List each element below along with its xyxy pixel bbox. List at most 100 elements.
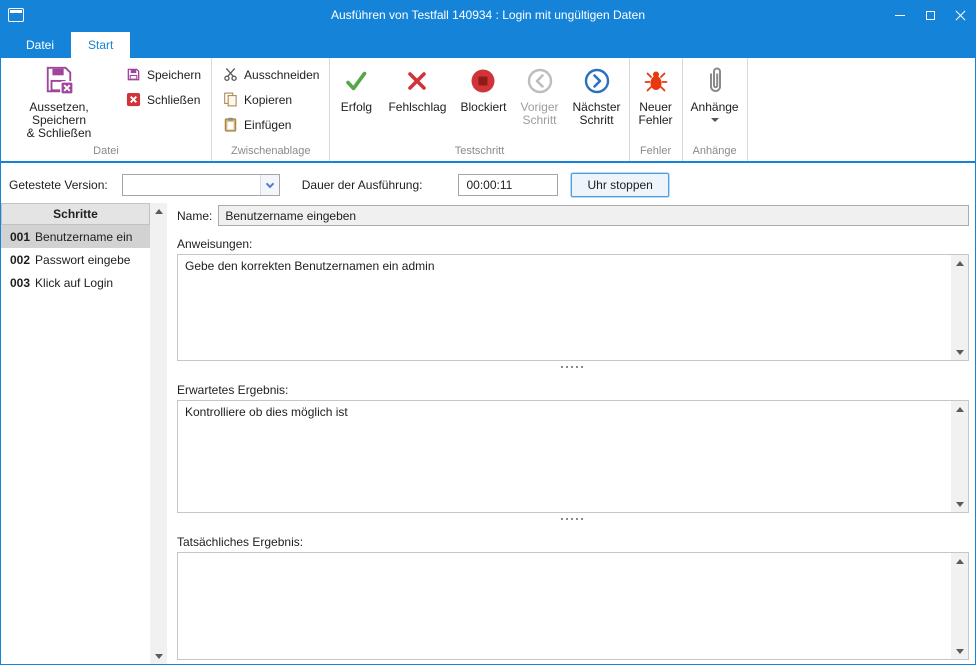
save-icon (125, 67, 141, 83)
arrow-down-icon (956, 649, 964, 654)
step-label: Passwort eingebe (35, 253, 130, 267)
button-label: Aussetzen, Speichern (2, 101, 116, 127)
step-label: Klick auf Login (35, 276, 113, 290)
scrollbar-track[interactable] (951, 569, 968, 643)
close-icon (955, 10, 966, 21)
scrollbar-track[interactable] (150, 219, 167, 648)
version-combobox[interactable] (122, 174, 280, 196)
app-window: Ausführen von Testfall 140934 : Login mi… (0, 0, 976, 665)
ribbon-group-fehler: Neuer Fehler Fehler (630, 58, 683, 161)
button-label: Fehler (639, 114, 673, 127)
anhaenge-button[interactable]: Anhänge (684, 59, 746, 122)
version-label: Getestete Version: (9, 178, 108, 192)
splitter-handle[interactable] (177, 361, 969, 372)
schliessen-button[interactable]: Schließen (118, 87, 208, 112)
scroll-down-button[interactable] (951, 344, 968, 360)
naechster-schritt-button[interactable]: Nächster Schritt (566, 59, 628, 127)
maximize-button[interactable] (915, 1, 945, 29)
erwartetes-scrollbar[interactable] (951, 401, 968, 512)
next-step-icon (584, 65, 610, 97)
stop-clock-button[interactable]: Uhr stoppen (571, 173, 668, 197)
app-icon (8, 8, 24, 22)
paste-icon (222, 117, 238, 133)
ausschneiden-button[interactable]: Ausschneiden (215, 62, 326, 87)
button-label: Einfügen (244, 118, 291, 132)
ribbon-tabrow: Datei Start (1, 29, 975, 58)
minimize-icon (895, 15, 905, 16)
tab-start[interactable]: Start (71, 32, 130, 58)
minimize-button[interactable] (885, 1, 915, 29)
blockiert-button[interactable]: Blockiert (453, 59, 513, 114)
button-label: Schließen (147, 93, 200, 107)
duration-input[interactable] (458, 174, 558, 196)
step-number: 002 (10, 253, 30, 267)
scroll-up-button[interactable] (951, 255, 968, 271)
anweisungen-scrollbar[interactable] (951, 255, 968, 360)
chevron-down-icon (265, 179, 273, 187)
button-label: Kopieren (244, 93, 292, 107)
arrow-up-icon (155, 209, 163, 214)
scroll-down-button[interactable] (951, 643, 968, 659)
list-item-step-001[interactable]: 001 Benutzername ein (1, 225, 150, 248)
steps-scrollbar[interactable] (150, 203, 167, 664)
scroll-up-button[interactable] (150, 203, 167, 219)
arrow-up-icon (956, 261, 964, 266)
speichern-button[interactable]: Speichern (118, 62, 208, 87)
tatsaechliches-scrollbar[interactable] (951, 553, 968, 659)
combobox-dropdown-button[interactable] (260, 175, 279, 195)
arrow-down-icon (155, 654, 163, 659)
grip-dots-icon (561, 366, 585, 368)
kopieren-button[interactable]: Kopieren (215, 87, 326, 112)
group-label: Fehler (631, 143, 681, 161)
aussetzen-speichern-schliessen-button[interactable]: Aussetzen, Speichern & Schließen (2, 59, 116, 140)
success-check-icon (343, 65, 369, 97)
name-row: Name: (177, 205, 969, 226)
ribbon-group-zwischenablage: Ausschneiden Kopieren (212, 58, 330, 161)
splitter-handle[interactable] (177, 513, 969, 524)
erwartetes-ergebnis-textarea[interactable]: Kontrolliere ob dies möglich ist (178, 401, 951, 512)
duration-label: Dauer der Ausführung: (302, 178, 423, 192)
list-item-step-002[interactable]: 002 Passwort eingebe (1, 248, 150, 271)
bug-icon (643, 65, 669, 97)
step-number: 001 (10, 230, 30, 244)
neuer-fehler-button[interactable]: Neuer Fehler (631, 59, 681, 127)
anweisungen-field: Gebe den korrekten Benutzernamen ein adm… (177, 254, 969, 361)
name-label: Name: (177, 209, 212, 223)
scrollbar-track[interactable] (951, 271, 968, 344)
scrollbar-track[interactable] (951, 417, 968, 496)
ribbon: Aussetzen, Speichern & Schließen Speiche… (1, 58, 975, 163)
einfuegen-button[interactable]: Einfügen (215, 112, 326, 137)
arrow-up-icon (956, 407, 964, 412)
erfolg-button[interactable]: Erfolg (331, 59, 381, 114)
scroll-up-button[interactable] (951, 401, 968, 417)
window-title: Ausführen von Testfall 140934 : Login mi… (121, 8, 855, 22)
anweisungen-textarea[interactable]: Gebe den korrekten Benutzernamen ein adm… (178, 255, 951, 360)
previous-step-icon (527, 65, 553, 97)
tatsaechliches-ergebnis-textarea[interactable] (178, 553, 951, 659)
save-close-icon (44, 64, 74, 96)
step-label: Benutzername ein (35, 230, 132, 244)
group-label: Anhänge (684, 143, 746, 161)
button-label: Ausschneiden (244, 68, 319, 82)
button-label: Schritt (522, 114, 556, 127)
list-item-step-003[interactable]: 003 Klick auf Login (1, 271, 150, 294)
anweisungen-label: Anweisungen: (177, 237, 969, 251)
fehlschlag-button[interactable]: Fehlschlag (381, 59, 453, 114)
button-label: Fehlschlag (388, 101, 446, 114)
scroll-down-button[interactable] (150, 648, 167, 664)
group-label: Testschritt (331, 143, 627, 161)
tab-datei[interactable]: Datei (9, 32, 71, 58)
button-label: Blockiert (460, 101, 506, 114)
titlebar: Ausführen von Testfall 140934 : Login mi… (1, 1, 975, 29)
erwartetes-ergebnis-label: Erwartetes Ergebnis: (177, 383, 969, 397)
scissors-icon (222, 67, 238, 83)
close-button[interactable] (945, 1, 975, 29)
name-input[interactable] (218, 205, 969, 226)
execution-bar: Getestete Version: Dauer der Ausführung:… (1, 172, 975, 198)
step-number: 003 (10, 276, 30, 290)
maximize-icon (926, 11, 935, 20)
step-detail-panel: Name: Anweisungen: Gebe den korrekten Be… (167, 203, 975, 664)
scroll-down-button[interactable] (951, 496, 968, 512)
ribbon-group-datei: Aussetzen, Speichern & Schließen Speiche… (1, 58, 212, 161)
scroll-up-button[interactable] (951, 553, 968, 569)
